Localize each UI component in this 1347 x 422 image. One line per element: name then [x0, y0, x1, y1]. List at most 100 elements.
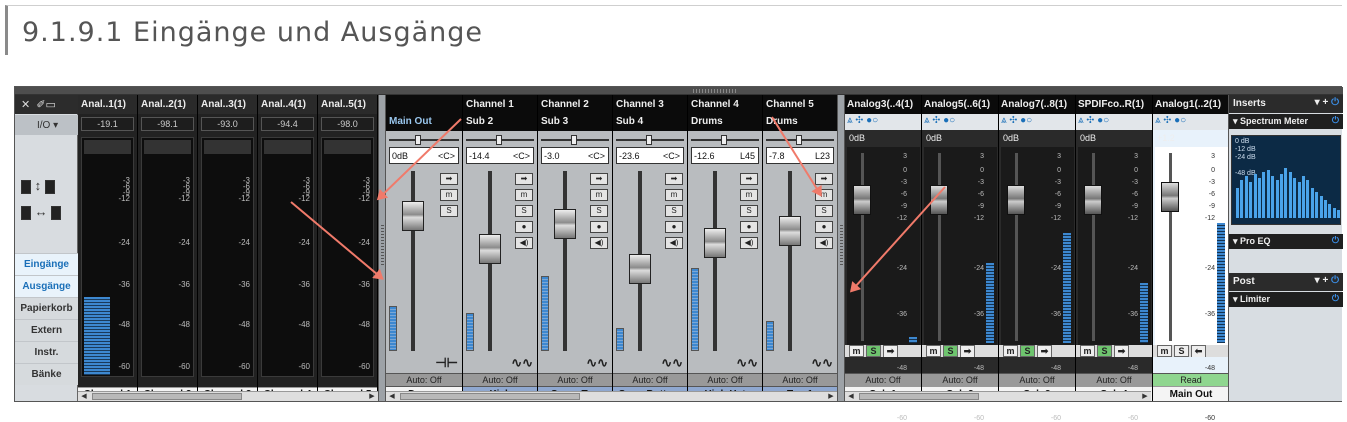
pan-knob[interactable]: [571, 135, 577, 145]
nav-item-ausgänge[interactable]: Ausgänge: [15, 275, 78, 297]
window-title-bar[interactable]: [15, 87, 1343, 95]
automation-mode[interactable]: Auto: Off: [463, 373, 537, 386]
automation-mode[interactable]: Read: [1153, 373, 1229, 386]
nav-item-instr[interactable]: Instr.: [15, 341, 78, 363]
nav-item-extern[interactable]: Extern: [15, 319, 78, 341]
power-icon[interactable]: ⏻: [1332, 293, 1339, 304]
output-name[interactable]: Analog5(..6(1): [922, 95, 998, 114]
automation-mode[interactable]: Auto: Off: [999, 373, 1075, 386]
monitor-button[interactable]: ◀): [590, 237, 608, 249]
pan-slider[interactable]: [691, 135, 759, 145]
output-route-button[interactable]: ➡: [440, 173, 458, 185]
volume-fader[interactable]: [769, 171, 809, 351]
section-divider[interactable]: [837, 95, 845, 401]
solo-button[interactable]: S: [943, 345, 958, 357]
fader-cap[interactable]: [479, 234, 501, 264]
volume-fader[interactable]: [469, 171, 509, 351]
volume-fader[interactable]: [694, 171, 734, 351]
output-route-button[interactable]: ➡: [665, 173, 683, 185]
pan-slider[interactable]: [616, 135, 684, 145]
fader-cap[interactable]: [554, 209, 576, 239]
volume-value[interactable]: -3.0 <C>: [541, 147, 609, 164]
monitor-button[interactable]: ◀): [815, 237, 833, 249]
scroll-left-icon[interactable]: ◀: [387, 392, 397, 401]
solo-button[interactable]: S: [590, 205, 608, 217]
expand-vertical-button[interactable]: ↕: [21, 173, 71, 199]
output-name[interactable]: Analog1(..2(1): [1153, 95, 1229, 114]
nav-item-bänke[interactable]: Bänke: [15, 363, 78, 385]
record-button[interactable]: ●: [665, 221, 683, 233]
channel-scrollbar[interactable]: ◀ ▶: [386, 391, 837, 401]
volume-fader[interactable]: [619, 171, 659, 351]
solo-button[interactable]: S: [1097, 345, 1112, 357]
post-controls[interactable]: ▾ + ⏻: [1315, 275, 1339, 286]
route-button[interactable]: ➡: [1037, 345, 1052, 357]
scroll-right-icon[interactable]: ▶: [367, 392, 377, 401]
solo-button[interactable]: S: [1020, 345, 1035, 357]
power-icon[interactable]: ⏻: [1332, 115, 1339, 126]
fader-cap[interactable]: [629, 254, 651, 284]
automation-mode[interactable]: Auto: Off: [386, 373, 462, 386]
nav-item-eingänge[interactable]: Eingänge: [15, 253, 78, 275]
power-icon[interactable]: ⏻: [1332, 235, 1339, 246]
scroll-right-icon[interactable]: ▶: [826, 392, 836, 401]
output-route-button[interactable]: ➡: [740, 173, 758, 185]
output-icons[interactable]: ⩓ ✣ ●○: [999, 114, 1075, 130]
pan-knob[interactable]: [796, 135, 802, 145]
input-select[interactable]: Sub 3: [538, 114, 612, 131]
output-name[interactable]: SPDIFco..R(1): [1076, 95, 1152, 114]
pan-knob[interactable]: [721, 135, 727, 145]
automation-mode[interactable]: Auto: Off: [763, 373, 837, 386]
spectrum-meter-insert[interactable]: ▾ Spectrum Meter ⏻: [1229, 114, 1343, 129]
mute-button[interactable]: m: [1157, 345, 1172, 357]
mute-button[interactable]: m: [590, 189, 608, 201]
monitor-button[interactable]: ◀): [515, 237, 533, 249]
record-button[interactable]: ●: [515, 221, 533, 233]
record-button[interactable]: ●: [590, 221, 608, 233]
output-name[interactable]: Analog3(..4(1): [845, 95, 921, 114]
solo-button[interactable]: S: [866, 345, 881, 357]
input-select[interactable]: Drums: [688, 114, 762, 131]
input-select[interactable]: Sub 4: [613, 114, 687, 131]
output-route-button[interactable]: ➡: [815, 173, 833, 185]
monitor-button[interactable]: ◀): [665, 237, 683, 249]
input-scrollbar[interactable]: ◀ ▶: [78, 391, 378, 401]
pan-knob[interactable]: [415, 135, 421, 145]
nav-item-papierkorb[interactable]: Papierkorb: [15, 297, 78, 319]
volume-value[interactable]: -12.6 L45: [691, 147, 759, 164]
mute-button[interactable]: m: [926, 345, 941, 357]
solo-button[interactable]: S: [515, 205, 533, 217]
mute-button[interactable]: m: [515, 189, 533, 201]
fader-cap[interactable]: [779, 216, 801, 246]
io-dropdown[interactable]: I/O ▾: [15, 115, 78, 135]
record-button[interactable]: ●: [815, 221, 833, 233]
scroll-right-icon[interactable]: ▶: [1140, 392, 1150, 401]
expand-horizontal-button[interactable]: ↔: [21, 199, 71, 225]
route-button[interactable]: ➡: [1114, 345, 1129, 357]
mute-button[interactable]: m: [740, 189, 758, 201]
mute-button[interactable]: m: [440, 189, 458, 201]
automation-mode[interactable]: Auto: Off: [613, 373, 687, 386]
monitor-button[interactable]: ◀): [740, 237, 758, 249]
record-button[interactable]: ●: [740, 221, 758, 233]
output-route-button[interactable]: ➡: [590, 173, 608, 185]
mute-button[interactable]: m: [1003, 345, 1018, 357]
output-icons[interactable]: ⩓ ✣ ●○: [1153, 114, 1229, 130]
pan-slider[interactable]: [466, 135, 534, 145]
volume-fader[interactable]: [392, 171, 432, 351]
solo-button[interactable]: S: [740, 205, 758, 217]
automation-mode[interactable]: Auto: Off: [922, 373, 998, 386]
fader-cap[interactable]: [1084, 185, 1102, 215]
fader-cap[interactable]: [1007, 185, 1025, 215]
input-select[interactable]: Sub 2: [463, 114, 537, 131]
scroll-thumb[interactable]: [92, 393, 242, 400]
mute-button[interactable]: m: [665, 189, 683, 201]
pro-eq-insert[interactable]: ▾ Pro EQ ⏻: [1229, 234, 1343, 249]
fader-cap[interactable]: [704, 228, 726, 258]
fader-cap[interactable]: [853, 185, 871, 215]
scroll-left-icon[interactable]: ◀: [846, 392, 856, 401]
automation-mode[interactable]: Auto: Off: [538, 373, 612, 386]
pin-icon[interactable]: ✐▭: [36, 99, 56, 111]
output-icons[interactable]: ⩓ ✣ ●○: [845, 114, 921, 130]
volume-value[interactable]: -14.4 <C>: [466, 147, 534, 164]
